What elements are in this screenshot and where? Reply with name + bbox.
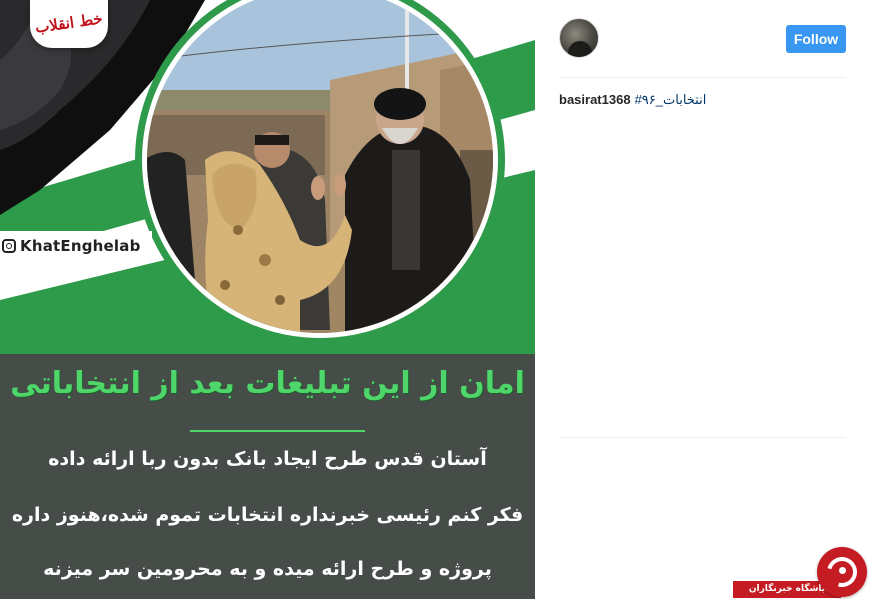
post-image[interactable]: خط انقلاب KhatEnghelab امان از این تبلیغ…: [0, 0, 535, 599]
comments-divider: [559, 437, 846, 438]
image-body-line: آستان قدس طرح ایجاد بانک بدون ربا ارائه …: [48, 448, 487, 470]
caption-hashtag[interactable]: #انتخابات_۹۶: [635, 92, 707, 107]
instagram-handle-tag: KhatEnghelab: [0, 231, 152, 261]
watermark: باشگاه خبرنگاران: [733, 545, 869, 599]
image-caption-panel: امان از این تبلیغات بعد از انتخاباتی آست…: [0, 348, 535, 599]
watermark-logo-icon: [817, 547, 867, 597]
post-caption: basirat1368 #انتخابات_۹۶: [559, 92, 846, 108]
headline-divider: [190, 430, 365, 432]
brand-logo-text: خط انقلاب: [34, 9, 104, 37]
user-avatar[interactable]: [559, 18, 599, 58]
brand-logo: خط انقلاب: [30, 0, 108, 48]
instagram-post-view: خط انقلاب KhatEnghelab امان از این تبلیغ…: [0, 0, 869, 599]
caption-username[interactable]: basirat1368: [559, 92, 631, 107]
image-body-line: پروژه و طرح ارائه میده و به محرومین سر م…: [43, 558, 492, 580]
instagram-handle: KhatEnghelab: [20, 237, 141, 255]
follow-button[interactable]: Follow: [786, 25, 846, 53]
instagram-icon: [2, 239, 16, 253]
image-body-line: فکر کنم رئیسی خبرنداره انتخابات تموم شده…: [11, 504, 524, 526]
header-divider: [559, 77, 846, 78]
image-headline: امان از این تبلیغات بعد از انتخاباتی: [10, 366, 525, 401]
